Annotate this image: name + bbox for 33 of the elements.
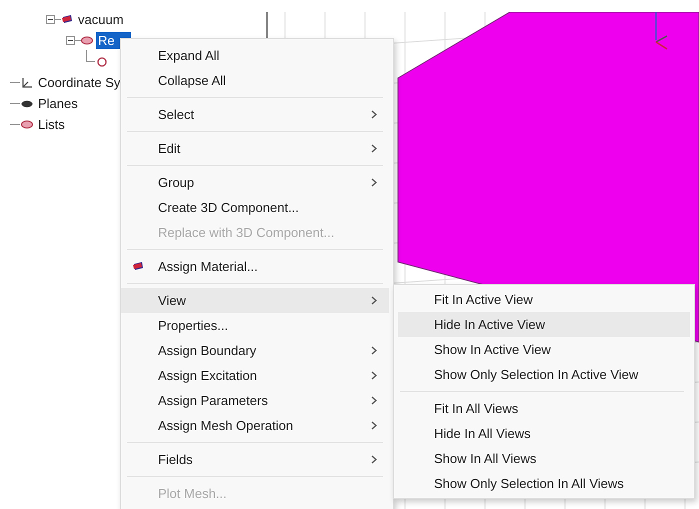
menu-item[interactable]: Fit In All Views [398,396,690,421]
tree-item[interactable]: Coordinate Sy [36,74,122,91]
menu-item[interactable]: Select [121,102,389,127]
menu-item[interactable]: Fields [121,447,389,472]
menu-item[interactable]: Create 3D Component... [121,195,389,220]
region-icon [81,36,93,45]
menu-item[interactable]: Properties... [121,313,389,338]
collapse-icon[interactable] [46,15,55,24]
menu-item[interactable]: Hide In All Views [398,421,690,446]
axes-icon [21,77,33,88]
menu-item[interactable]: Assign Mesh Operation [121,413,389,438]
menu-item[interactable]: Show Only Selection In Active View [398,362,690,387]
menu-item[interactable]: Group [121,170,389,195]
plane-icon [21,100,33,108]
menu-item[interactable]: Edit [121,136,389,161]
face-icon [97,56,107,66]
menu-item[interactable]: View [121,288,389,313]
menu-item[interactable]: Fit In Active View [398,287,690,312]
menu-item[interactable]: Collapse All [121,68,389,93]
list-icon [21,120,33,129]
menu-item[interactable]: Assign Parameters [121,388,389,413]
collapse-icon[interactable] [66,36,75,45]
tree-item[interactable]: Lists [36,116,67,133]
menu-item[interactable]: Assign Boundary [121,338,389,363]
tree-item[interactable]: Planes [36,95,80,112]
menu-item[interactable]: Assign Excitation [121,363,389,388]
menu-item[interactable]: Show In All Views [398,446,690,471]
menu-item[interactable]: Hide In Active View [398,312,690,337]
menu-item[interactable]: Show In Active View [398,337,690,362]
solid-icon [61,15,73,24]
menu-item[interactable]: Show Only Selection In All Views [398,471,690,496]
tree-item[interactable]: vacuum [76,11,126,28]
menu-item[interactable]: Assign Material... [121,254,389,279]
